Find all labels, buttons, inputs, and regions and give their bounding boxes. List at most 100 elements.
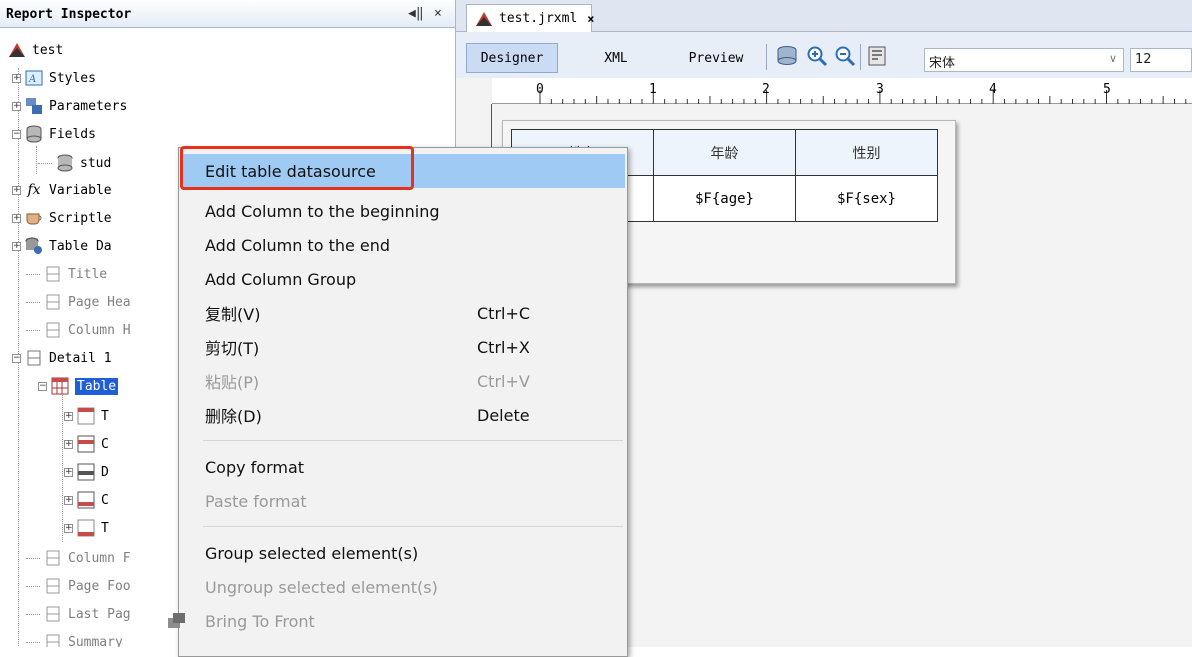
expand-icon[interactable]: + [12, 101, 21, 111]
table-detail-cell[interactable]: $F{age} [653, 175, 796, 222]
tree-item-table-section[interactable]: + D [64, 459, 109, 485]
minimize-panel-icon[interactable]: ◀‖ [408, 6, 424, 21]
zoom-out-icon[interactable] [834, 45, 856, 67]
menu-item-label: Ungroup selected element(s) [205, 577, 438, 597]
menu-item-delete[interactable]: 删除(D) Delete [181, 398, 625, 432]
menu-item-shortcut: Ctrl+C [477, 303, 531, 323]
tree-item-column-header-band[interactable]: Column H [26, 317, 131, 343]
tree-item-table-section[interactable]: + C [64, 487, 109, 513]
menu-item-ungroup-selected[interactable]: Ungroup selected element(s) [181, 570, 625, 604]
table-section-icon [77, 407, 95, 425]
tab-designer[interactable]: Designer [466, 43, 558, 73]
format-icon[interactable] [866, 45, 888, 67]
expand-icon[interactable]: + [64, 467, 73, 477]
tree-item-table-section[interactable]: + T [64, 515, 109, 541]
menu-item-add-column-group[interactable]: Add Column Group [181, 262, 625, 296]
menu-item-group-selected[interactable]: Group selected element(s) [181, 536, 625, 570]
menu-item-label: 粘贴(P) [205, 373, 260, 392]
tree-item-label: stud [80, 155, 112, 171]
datasource-icon[interactable] [776, 45, 798, 67]
inspector-header: Report Inspector ◀‖ × [0, 0, 455, 28]
tree-item-summary-band[interactable]: Summary [26, 629, 123, 647]
tree-item-table-section[interactable]: + T [64, 403, 109, 429]
collapse-icon[interactable]: − [12, 129, 21, 139]
font-family-select[interactable]: 宋体 ∨ [924, 48, 1124, 72]
tree-connector [26, 329, 40, 331]
tree-item-label: Page Hea [68, 294, 131, 310]
tree-connector [38, 162, 52, 164]
menu-item-shortcut: Ctrl+X [477, 337, 530, 357]
menu-item-shortcut: Ctrl+V [477, 371, 530, 391]
tab-preview[interactable]: Preview [678, 43, 754, 73]
band-icon [44, 265, 62, 283]
band-icon [44, 633, 62, 647]
collapse-icon[interactable]: − [12, 353, 21, 363]
font-size-select[interactable]: 12 [1130, 48, 1192, 72]
table-section-icon [77, 519, 95, 537]
toolbar-separator [860, 44, 861, 70]
menu-item-add-column-end[interactable]: Add Column to the end [181, 228, 625, 262]
tree-item-table-datasets[interactable]: + Table Da [12, 233, 112, 259]
expand-icon[interactable]: + [64, 495, 73, 505]
tree-item-page-header-band[interactable]: Page Hea [26, 289, 131, 315]
expand-icon[interactable]: + [12, 241, 21, 251]
menu-item-cut[interactable]: 剪切(T) Ctrl+X [181, 330, 625, 364]
menu-item-bring-to-front[interactable]: Bring To Front [168, 604, 625, 638]
tree-item-label: Parameters [49, 98, 128, 114]
tree-item-detail-band[interactable]: − Detail 1 [12, 345, 112, 371]
tree-item-title-band[interactable]: Title [26, 261, 107, 287]
tab-xml[interactable]: XML [586, 43, 646, 73]
menu-separator [203, 526, 623, 527]
menu-item-label: 剪切(T) [205, 339, 260, 358]
context-menu: Edit table datasource Add Column to the … [168, 147, 628, 657]
expand-icon[interactable]: + [12, 73, 21, 83]
file-tab-label: test.jrxml [499, 11, 578, 26]
menu-item-label: Copy format [205, 457, 305, 477]
tree-item-field-student[interactable]: stud [38, 150, 111, 176]
tree-item-page-footer-band[interactable]: Page Foo [26, 573, 131, 599]
ruler-number: 2 [762, 82, 770, 97]
tree-item-table-section[interactable]: + C [64, 431, 109, 457]
close-panel-icon[interactable]: × [434, 6, 442, 21]
menu-item-edit-table-datasource[interactable]: Edit table datasource [181, 154, 625, 188]
expand-icon[interactable]: + [64, 411, 73, 421]
styles-icon: A [25, 69, 43, 87]
tree-item-label: T [101, 408, 109, 424]
table-header-cell[interactable]: 性别 [795, 129, 938, 176]
table-header-cell[interactable]: 年龄 [653, 129, 796, 176]
tree-item-last-page-footer-band[interactable]: Last Pag [26, 601, 131, 627]
tree-item-label: Summary [68, 634, 123, 648]
expand-icon[interactable]: + [12, 185, 21, 195]
file-tab-test-jrxml[interactable]: test.jrxml × [466, 4, 595, 32]
tree-item-label: D [101, 464, 109, 480]
expand-icon[interactable]: + [64, 523, 73, 533]
menu-item-add-column-beginning[interactable]: Add Column to the beginning [181, 194, 625, 228]
tree-item-parameters[interactable]: + Parameters [12, 93, 127, 119]
tree-item-label: Table [75, 377, 119, 395]
tree-item-styles[interactable]: + A Styles [12, 65, 96, 91]
expand-icon[interactable]: + [12, 213, 21, 223]
tree-item-label: T [101, 520, 109, 536]
zoom-in-icon[interactable] [806, 45, 828, 67]
tree-item-column-footer-band[interactable]: Column F [26, 545, 131, 571]
menu-item-label: Add Column to the beginning [205, 201, 440, 221]
table-icon [51, 377, 69, 395]
tree-item-variables[interactable]: + fx Variable [12, 177, 112, 203]
tree-item-table[interactable]: − Table [38, 373, 119, 399]
menu-item-copy-format[interactable]: Copy format [181, 450, 625, 484]
tree-item-test[interactable]: test [8, 37, 63, 63]
close-tab-icon[interactable]: × [587, 12, 594, 26]
menu-item-copy[interactable]: 复制(V) Ctrl+C [181, 296, 625, 330]
tree-item-fields[interactable]: − Fields [12, 121, 96, 147]
menu-item-label: Paste format [205, 491, 307, 511]
table-detail-cell[interactable]: $F{sex} [795, 175, 938, 222]
menu-item-paste-format[interactable]: Paste format [181, 484, 625, 518]
collapse-icon[interactable]: − [38, 381, 47, 391]
menu-item-paste[interactable]: 粘贴(P) Ctrl+V [181, 364, 625, 398]
tree-item-label: Title [68, 266, 108, 282]
tree-guide-line [62, 392, 63, 542]
tree-item-scriptlets[interactable]: + Scriptle [12, 205, 112, 231]
coffee-cup-icon [25, 209, 43, 227]
tree-connector [26, 585, 40, 587]
expand-icon[interactable]: + [64, 439, 73, 449]
